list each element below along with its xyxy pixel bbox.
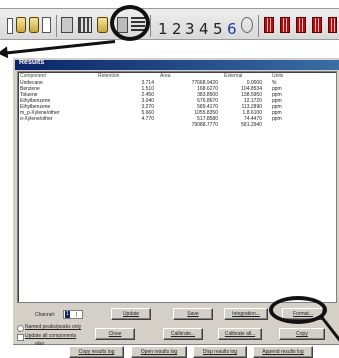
table-cell: 581.2940 xyxy=(241,122,262,128)
database-open-icon[interactable] xyxy=(29,17,39,33)
channel-label: Channel: xyxy=(35,312,56,318)
main-toolbar: 1 2 3 4 5 6 xyxy=(0,8,339,40)
toolbar-separator xyxy=(56,15,57,37)
column-header-retention[interactable]: Retention xyxy=(98,73,160,80)
peak-marker-3-icon[interactable] xyxy=(296,17,306,33)
copy-results-log-button[interactable]: Copy results log xyxy=(69,346,124,358)
named-peaks-label: Named peaks/peaks only xyxy=(25,324,82,330)
zoom-icon[interactable] xyxy=(241,17,253,33)
peak-marker-4-icon[interactable] xyxy=(312,17,322,33)
channel-6-button[interactable]: 6 xyxy=(227,21,237,37)
channel-4-button[interactable]: 4 xyxy=(199,21,209,37)
table-row[interactable]: 79088.7770 581.2940 xyxy=(20,122,312,128)
highlight-circle-icon xyxy=(269,296,327,324)
channel-5-button[interactable]: 5 xyxy=(213,21,223,37)
channel-3-button[interactable]: 3 xyxy=(185,21,195,37)
column-header-component[interactable]: Component xyxy=(20,73,98,80)
new-document-icon[interactable] xyxy=(7,18,13,34)
update-button[interactable]: Update xyxy=(111,308,151,320)
update-all-checkbox[interactable] xyxy=(17,334,24,341)
peak-marker-icon[interactable] xyxy=(264,17,274,33)
copy-button[interactable]: Copy xyxy=(279,328,325,340)
close-button[interactable]: Close xyxy=(95,328,135,340)
document-icon[interactable] xyxy=(42,17,51,33)
table-cell: 79088.7770 xyxy=(191,122,218,128)
table-cell xyxy=(20,122,98,128)
calibrate-button[interactable]: Calibrate... xyxy=(163,328,203,340)
calibrate-all-button[interactable]: Calibrate all... xyxy=(218,328,262,340)
results-table: Component Retention Area External Units … xyxy=(20,73,312,128)
peak-marker-5-icon[interactable] xyxy=(328,17,337,33)
save-button[interactable]: Save xyxy=(173,308,213,320)
open-results-log-button[interactable]: Open results log xyxy=(131,346,187,358)
channel-value: 1 xyxy=(65,311,70,318)
spinner-arrows-icon[interactable] xyxy=(76,312,81,317)
append-results-log-button[interactable]: Append results log xyxy=(253,346,313,358)
channel-1-button[interactable]: 1 xyxy=(158,21,168,37)
database-icon[interactable] xyxy=(16,17,26,33)
pointer-arrow-icon xyxy=(3,40,116,55)
also-label: also xyxy=(35,341,45,347)
chart-icon[interactable] xyxy=(78,17,92,33)
update-all-label: Update all components xyxy=(25,333,77,339)
channel-spinner[interactable]: 1 xyxy=(63,310,83,319)
table-cell xyxy=(268,122,312,128)
display-results-log-button[interactable]: Disp results log xyxy=(193,346,247,358)
highlight-circle-icon xyxy=(110,5,150,41)
dialog-titlebar[interactable]: Results xyxy=(15,59,339,70)
dialog-title: Results xyxy=(19,59,45,66)
calculator-icon[interactable] xyxy=(61,17,73,33)
results-table-panel[interactable]: Component Retention Area External Units … xyxy=(17,71,337,303)
table-cell xyxy=(98,122,160,128)
toolbar-separator xyxy=(150,15,151,37)
table-header-row: Component Retention Area External Units xyxy=(20,73,312,80)
folder-icon[interactable] xyxy=(97,17,108,33)
column-header-area[interactable]: Area xyxy=(160,73,224,80)
column-header-external[interactable]: External xyxy=(224,73,268,80)
integration-button[interactable]: Integration... xyxy=(224,308,268,320)
named-peaks-radio[interactable] xyxy=(17,325,24,332)
peak-marker-2-icon[interactable] xyxy=(280,17,290,33)
toolbar-separator xyxy=(258,15,259,37)
channel-2-button[interactable]: 2 xyxy=(172,21,182,37)
column-header-units[interactable]: Units xyxy=(268,73,312,80)
